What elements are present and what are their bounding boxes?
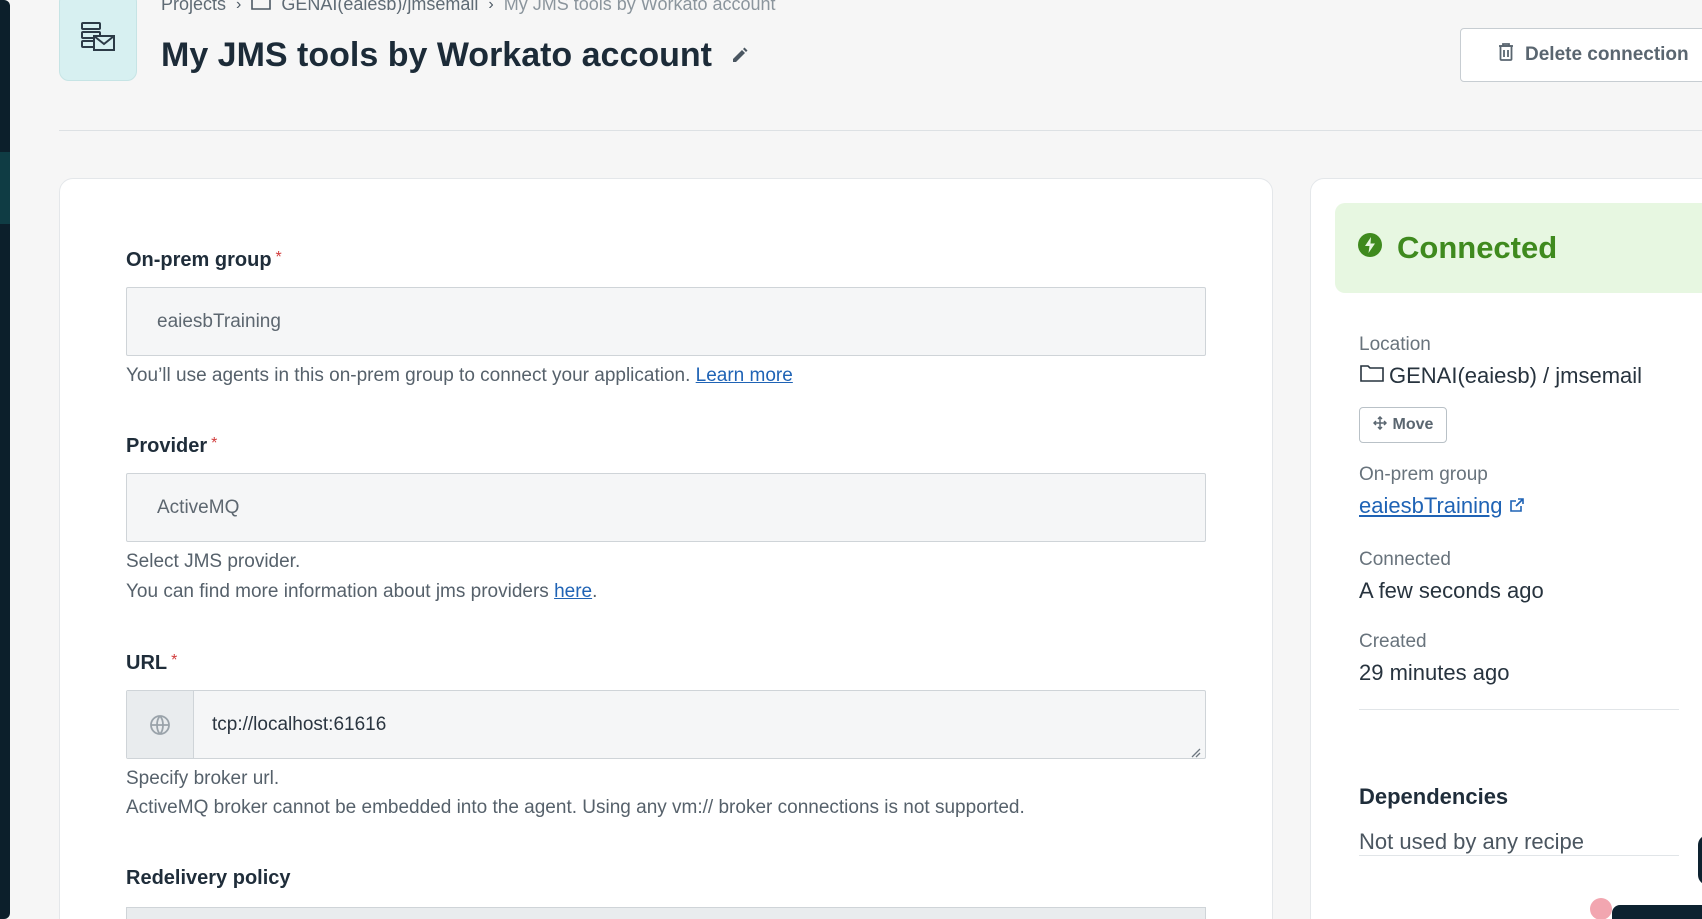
url-label: URL * xyxy=(126,652,178,674)
onprem-group-hint: You’ll use agents in this on-prem group … xyxy=(126,365,793,386)
provider-hint-line2: You can find more information about jms … xyxy=(126,581,598,602)
connection-form-card: On-prem group * eaiesbTraining You’ll use… xyxy=(59,178,1273,919)
page-title: My JMS tools by Workato account xyxy=(161,36,752,75)
provider-field[interactable]: ActiveMQ xyxy=(126,473,1206,542)
required-marker: * xyxy=(275,249,282,266)
learn-more-link[interactable]: Learn more xyxy=(696,365,793,386)
left-nav-active-marker xyxy=(0,152,10,224)
notification-dot xyxy=(1590,898,1612,919)
provider-label: Provider * xyxy=(126,435,218,457)
folder-icon xyxy=(1359,363,1385,389)
page-title-text: My JMS tools by Workato account xyxy=(161,36,713,74)
header-divider xyxy=(59,130,1702,131)
side-panel-toggle[interactable] xyxy=(1698,835,1702,885)
location-value: GENAI(eaiesb) / jmsemail xyxy=(1359,363,1642,389)
breadcrumb-current: My JMS tools by Workato account xyxy=(503,0,776,14)
move-button[interactable]: Move xyxy=(1359,407,1447,443)
pencil-icon[interactable] xyxy=(730,45,752,67)
breadcrumb-projects[interactable]: Projects xyxy=(161,0,226,15)
onprem-group-field[interactable]: eaiesbTraining xyxy=(126,287,1206,356)
connected-label: Connected xyxy=(1359,549,1451,570)
chevron-right-icon: › xyxy=(236,0,242,13)
url-field[interactable]: tcp://localhost:61616 xyxy=(126,690,1206,759)
url-input[interactable]: tcp://localhost:61616 xyxy=(194,691,1205,758)
resize-grip-icon[interactable] xyxy=(1189,742,1201,758)
breadcrumb: Projects › GENAI(eaiesb)/jmsemail › My J… xyxy=(161,0,776,15)
folder-icon xyxy=(251,0,272,15)
bolt-icon xyxy=(1357,230,1383,266)
side-divider xyxy=(1359,709,1679,710)
jms-providers-link[interactable]: here xyxy=(554,581,592,602)
location-label: Location xyxy=(1359,334,1431,355)
help-widget-tab[interactable] xyxy=(1612,905,1702,919)
onprem-group-link[interactable]: eaiesbTraining xyxy=(1359,493,1525,519)
chevron-right-icon: › xyxy=(488,0,494,13)
dependencies-value: Not used by any recipe xyxy=(1359,829,1585,854)
dependencies-title: Dependencies xyxy=(1359,784,1509,809)
status-text: Connected xyxy=(1397,230,1558,265)
url-hint-line1: Specify broker url. xyxy=(126,768,280,789)
url-hint-line2: ActiveMQ broker cannot be embedded into … xyxy=(126,797,1025,818)
side-divider xyxy=(1359,855,1679,856)
globe-icon xyxy=(127,691,194,758)
external-link-icon xyxy=(1509,493,1525,519)
provider-hint-line1: Select JMS provider. xyxy=(126,551,301,572)
redelivery-policy-label: Redelivery policy xyxy=(126,867,291,889)
created-label: Created xyxy=(1359,631,1427,652)
left-nav-edge xyxy=(0,0,10,919)
onprem-group-label: On-prem group * xyxy=(126,249,282,271)
connected-value: A few seconds ago xyxy=(1359,578,1544,603)
status-banner: Connected xyxy=(1335,203,1702,293)
connection-app-icon xyxy=(59,0,137,81)
move-icon xyxy=(1372,415,1387,435)
required-marker: * xyxy=(211,435,218,452)
trash-icon xyxy=(1497,42,1515,68)
redelivery-policy-field[interactable] xyxy=(126,907,1206,919)
delete-connection-button[interactable]: Delete connection xyxy=(1460,28,1702,82)
onprem-group-meta-label: On-prem group xyxy=(1359,464,1488,485)
connection-status-card: Connected Location GENAI(eaiesb) / jmsem… xyxy=(1310,178,1702,919)
breadcrumb-folder[interactable]: GENAI(eaiesb)/jmsemail xyxy=(281,0,478,15)
required-marker: * xyxy=(171,652,178,669)
created-value: 29 minutes ago xyxy=(1359,660,1510,685)
delete-connection-label: Delete connection xyxy=(1525,44,1689,65)
